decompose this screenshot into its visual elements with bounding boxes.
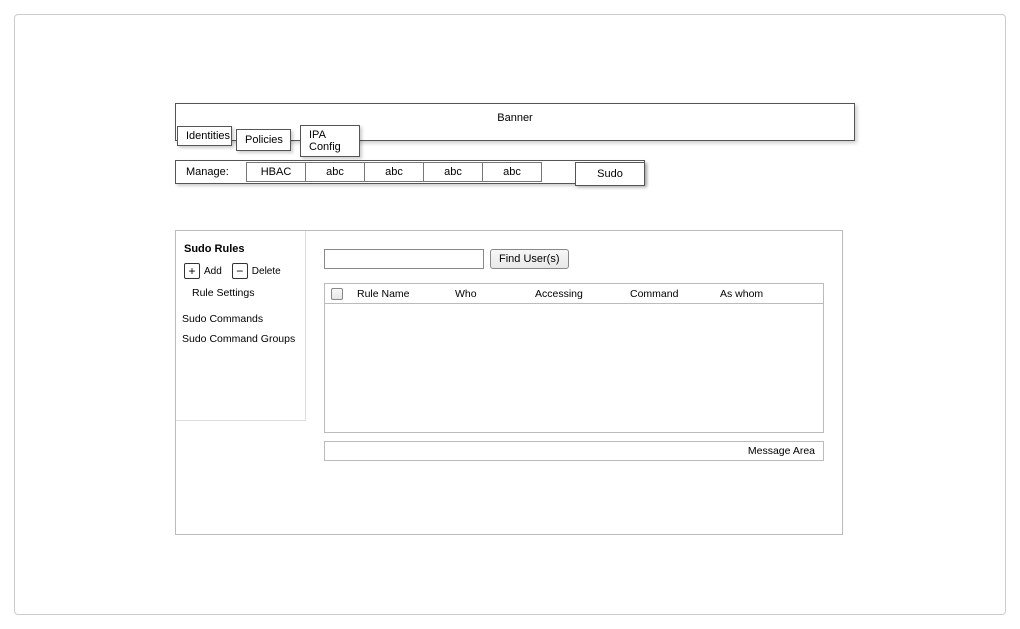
delete-button[interactable]: − <box>232 263 248 279</box>
header-checkbox-cell <box>331 288 353 300</box>
sidebar-rule-settings[interactable]: Rule Settings <box>192 287 297 299</box>
th-command: Command <box>626 288 716 300</box>
plus-icon: + <box>188 265 195 277</box>
th-rule-name: Rule Name <box>353 288 451 300</box>
subnav-item-4[interactable]: abc <box>482 162 542 182</box>
find-users-button[interactable]: Find User(s) <box>490 249 569 269</box>
content-area: Find User(s) Rule Name Who Accessing Com… <box>306 231 842 534</box>
subnav-bar: Manage: HBAC abc abc abc abc Sudo <box>175 160 645 184</box>
subnav-item-1[interactable]: abc <box>305 162 365 182</box>
message-area-label: Message Area <box>748 445 815 457</box>
subnav-item-3[interactable]: abc <box>423 162 483 182</box>
message-area: Message Area <box>324 441 824 461</box>
main-panel: Sudo Rules + Add − Delete Rule Settings … <box>175 230 843 535</box>
sidebar-buttons: + Add − Delete <box>184 263 297 279</box>
th-accessing: Accessing <box>531 288 626 300</box>
tab-identities[interactable]: Identities <box>177 126 232 146</box>
sidebar-sudo-command-groups[interactable]: Sudo Command Groups <box>182 333 297 345</box>
subnav-item-hbac[interactable]: HBAC <box>246 162 306 182</box>
subnav-item-sudo[interactable]: Sudo <box>575 162 645 186</box>
banner-title: Banner <box>176 112 854 124</box>
wireframe-canvas: Banner Identities Policies IPA Config Ma… <box>14 14 1006 615</box>
th-who: Who <box>451 288 531 300</box>
sidebar: Sudo Rules + Add − Delete Rule Settings … <box>176 231 306 421</box>
sidebar-sudo-commands[interactable]: Sudo Commands <box>182 313 297 325</box>
tab-policies[interactable]: Policies <box>236 129 291 151</box>
subnav-label: Manage: <box>186 166 246 178</box>
add-button[interactable]: + <box>184 263 200 279</box>
delete-label: Delete <box>252 266 281 277</box>
search-input[interactable] <box>324 249 484 269</box>
minus-icon: − <box>236 265 243 277</box>
table-header: Rule Name Who Accessing Command As whom <box>325 284 823 304</box>
add-label: Add <box>204 266 222 277</box>
sidebar-title: Sudo Rules <box>184 243 297 255</box>
select-all-checkbox[interactable] <box>331 288 343 300</box>
subnav-item-2[interactable]: abc <box>364 162 424 182</box>
search-row: Find User(s) <box>324 249 824 269</box>
tab-ipaconfig[interactable]: IPA Config <box>300 125 360 157</box>
th-as-whom: As whom <box>716 288 796 300</box>
rules-table: Rule Name Who Accessing Command As whom <box>324 283 824 433</box>
